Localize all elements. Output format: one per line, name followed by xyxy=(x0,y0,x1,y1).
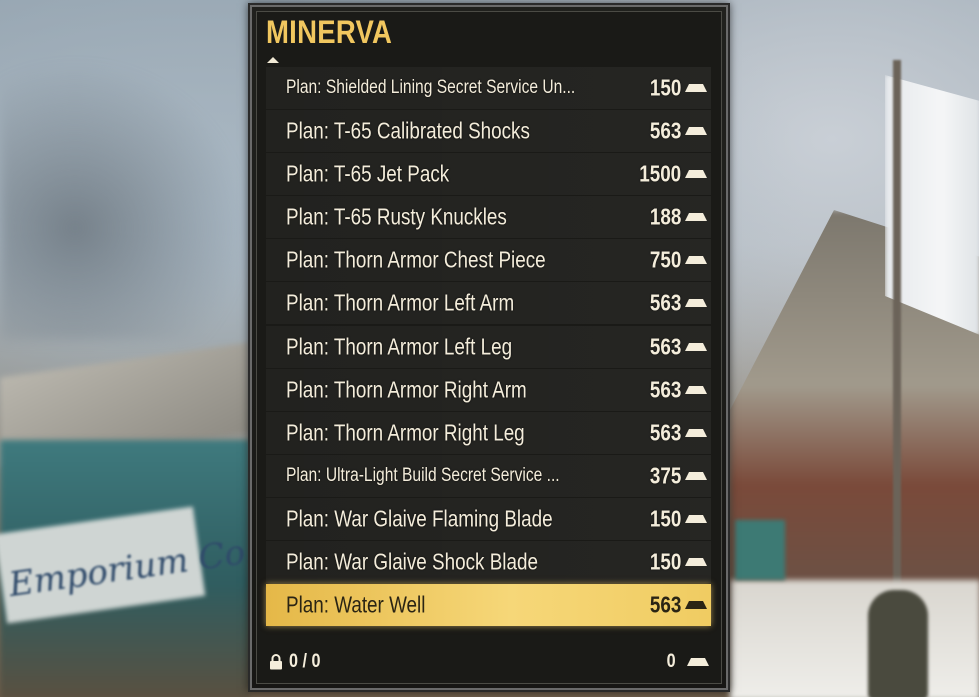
item-name: Plan: Thorn Armor Left Arm xyxy=(286,289,515,316)
gold-bullion-icon xyxy=(685,256,707,265)
list-item[interactable]: Plan: Thorn Armor Left Arm 563 xyxy=(266,282,711,325)
list-item[interactable]: Plan: Ultra-Light Build Secret Service .… xyxy=(266,454,711,497)
vendor-title: MINERVA xyxy=(266,14,393,50)
gold-bullion-icon xyxy=(685,601,707,610)
item-name: Plan: T-65 Jet Pack xyxy=(286,160,450,187)
vendor-item-list: Plan: Shielded Lining Secret Service Un.… xyxy=(266,67,711,627)
item-name: Plan: T-65 Rusty Knuckles xyxy=(286,203,507,230)
gold-bullion-icon xyxy=(685,385,707,394)
lock-icon xyxy=(270,654,282,670)
item-name: Plan: Thorn Armor Right Leg xyxy=(286,419,525,446)
stash-capacity: 0 / 0 xyxy=(289,651,321,672)
background-figure xyxy=(868,590,928,697)
item-name: Plan: Thorn Armor Right Arm xyxy=(286,376,527,403)
gold-bullion-icon xyxy=(685,213,707,222)
list-item[interactable]: Plan: Thorn Armor Left Leg 563 xyxy=(266,325,711,368)
item-price: 188 xyxy=(649,203,681,230)
list-item[interactable]: Plan: T-65 Jet Pack 1500 xyxy=(266,153,711,196)
total-price: 0 xyxy=(667,651,676,672)
game-scene: Emporium Co. MINERVA Plan: Shielded Lini… xyxy=(0,0,979,697)
background-snow xyxy=(730,580,979,697)
background-trees xyxy=(0,60,250,340)
item-name: Plan: T-65 Calibrated Shocks xyxy=(286,117,530,144)
list-item[interactable]: Plan: T-65 Calibrated Shocks 563 xyxy=(266,110,711,153)
item-price: 563 xyxy=(649,289,681,316)
item-name: Plan: War Glaive Flaming Blade xyxy=(286,505,553,532)
item-price: 150 xyxy=(649,74,681,101)
gold-bullion-icon xyxy=(685,84,707,92)
item-price: 563 xyxy=(649,376,681,403)
gold-bullion-icon xyxy=(685,127,707,136)
list-item[interactable]: Plan: T-65 Rusty Knuckles 188 xyxy=(266,196,711,239)
item-price: 375 xyxy=(649,462,681,489)
item-price: 563 xyxy=(649,419,681,446)
list-item[interactable]: Plan: War Glaive Flaming Blade 150 xyxy=(266,497,711,540)
item-name: Plan: War Glaive Shock Blade xyxy=(286,548,538,575)
gold-bullion-icon xyxy=(685,342,707,351)
gold-bullion-icon xyxy=(687,658,709,666)
list-item-selected[interactable]: Plan: Water Well 563 xyxy=(266,584,711,627)
item-price: 1500 xyxy=(639,160,681,187)
item-price: 150 xyxy=(649,548,681,575)
item-price: 563 xyxy=(649,117,681,144)
item-price: 563 xyxy=(649,333,681,360)
list-item[interactable]: Plan: Thorn Armor Chest Piece 750 xyxy=(266,239,711,282)
item-name: Plan: Thorn Armor Left Leg xyxy=(286,333,513,360)
item-name: Plan: Ultra-Light Build Secret Service .… xyxy=(286,464,560,486)
item-name: Plan: Shielded Lining Secret Service Un.… xyxy=(286,77,576,98)
vendor-footer: 0 / 0 0 xyxy=(266,644,711,680)
gold-bullion-icon xyxy=(685,471,707,480)
list-item[interactable]: Plan: Shielded Lining Secret Service Un.… xyxy=(266,67,711,109)
item-price: 150 xyxy=(649,505,681,532)
background-right-sign xyxy=(735,520,785,580)
list-item[interactable]: Plan: Thorn Armor Right Leg 563 xyxy=(266,411,711,454)
gold-bullion-icon xyxy=(685,514,707,523)
gold-bullion-icon xyxy=(685,428,707,437)
scroll-up-arrow-icon[interactable] xyxy=(267,57,279,63)
item-name: Plan: Water Well xyxy=(286,591,426,618)
gold-bullion-icon xyxy=(685,299,707,308)
item-price: 750 xyxy=(649,246,681,273)
gold-bullion-icon xyxy=(685,170,707,179)
gold-bullion-icon xyxy=(685,558,707,567)
item-price: 563 xyxy=(649,591,681,618)
item-name: Plan: Thorn Armor Chest Piece xyxy=(286,246,546,273)
list-item[interactable]: Plan: Thorn Armor Right Arm 563 xyxy=(266,368,711,411)
list-item[interactable]: Plan: War Glaive Shock Blade 150 xyxy=(266,541,711,584)
